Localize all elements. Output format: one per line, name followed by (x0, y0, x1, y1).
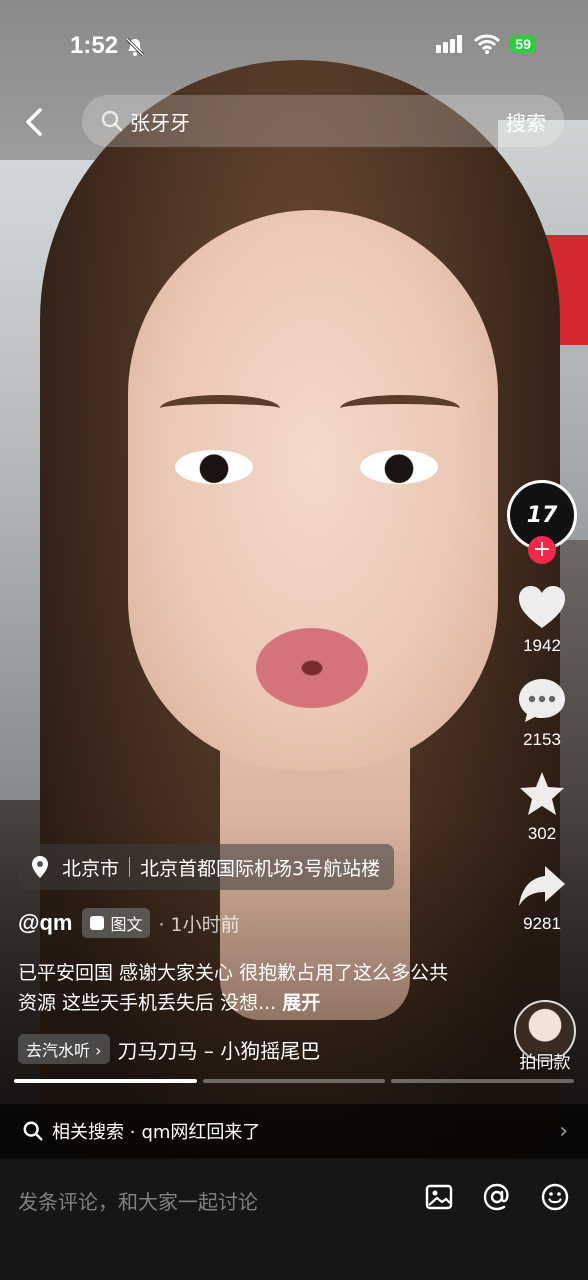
location-tag[interactable]: 北京市 北京首都国际机场3号航站楼 (18, 844, 395, 890)
mute-bell-icon (125, 37, 145, 57)
location-city: 北京市 (62, 857, 120, 880)
search-query[interactable]: 张牙牙 (130, 107, 506, 136)
progress-fill (14, 1079, 197, 1083)
favorite-button[interactable]: 302 (517, 770, 567, 844)
related-search-label: 相关搜索 · (52, 1122, 136, 1143)
plus-icon: + (532, 537, 552, 562)
share-button[interactable]: 9281 (517, 864, 567, 934)
progress-segment (14, 1079, 197, 1083)
battery-indicator: 59 (510, 35, 536, 53)
expand-button[interactable]: 展开 (282, 992, 320, 1014)
location-divider (129, 857, 131, 877)
lips (256, 628, 368, 708)
image-post-icon (90, 916, 105, 930)
post-type-badge: 图文 (82, 908, 151, 938)
image-picker-icon[interactable] (424, 1182, 454, 1212)
author-name[interactable]: @qm (18, 910, 72, 936)
open-in-music-app-chip[interactable]: 去汽水听 › (18, 1034, 110, 1064)
music-title: 刀马刀马 – 小狗摇尾巴 (117, 1038, 321, 1063)
follow-button[interactable]: + (528, 536, 556, 564)
location-pin-icon (32, 856, 48, 878)
like-button[interactable]: 1942 (517, 584, 567, 656)
caption-text: 已平安回国 感谢大家关心 很抱歉占用了这么多公共资源 这些天手机丢失后 没想..… (18, 962, 449, 1014)
search-bar[interactable]: 张牙牙 搜索 (82, 95, 564, 147)
search-icon (101, 110, 123, 132)
author-row: @qm 图文 · 1小时前 (18, 908, 240, 938)
comment-bubble-icon (519, 679, 565, 722)
related-search-bar[interactable]: 相关搜索 · qm网红回来了 › (0, 1104, 588, 1158)
left-brow (160, 395, 280, 422)
image-progress-bar (14, 1079, 575, 1083)
related-search-term: qm网红回来了 (141, 1122, 261, 1143)
search-icon (23, 1121, 43, 1141)
action-rail: 17 + 1942 2153 302 9281 (504, 480, 580, 934)
signal-icon (436, 35, 463, 53)
comment-count: 2153 (523, 730, 561, 749)
post-caption[interactable]: 已平安回国 感谢大家关心 很抱歉占用了这么多公共资源 这些天手机丢失后 没想..… (18, 958, 458, 1018)
back-arrow-icon[interactable] (18, 102, 54, 142)
status-icons: 59 (436, 34, 536, 54)
comment-bar: 发条评论，和大家一起讨论 (0, 1160, 588, 1280)
location-place: 北京首都国际机场3号航站楼 (140, 857, 381, 880)
progress-segment (391, 1079, 575, 1083)
right-eye (360, 450, 438, 484)
comment-tools (424, 1182, 570, 1212)
shoot-same-button[interactable]: 拍同款 (512, 1000, 578, 1073)
left-eye (175, 450, 253, 484)
status-bar: 1:52 59 (0, 0, 588, 90)
shoot-same-label: 拍同款 (519, 1053, 571, 1073)
share-count: 9281 (523, 914, 561, 933)
emoji-icon[interactable] (540, 1182, 570, 1212)
progress-segment (202, 1079, 386, 1083)
favorite-count: 302 (527, 824, 557, 843)
comment-input[interactable]: 发条评论，和大家一起讨论 (18, 1186, 258, 1215)
music-row[interactable]: 去汽水听 › 刀马刀马 – 小狗摇尾巴 (18, 1034, 320, 1064)
wifi-icon (474, 34, 501, 54)
mention-at-icon[interactable] (482, 1182, 512, 1212)
chevron-right-icon: › (559, 1118, 568, 1144)
status-time: 1:52 (70, 32, 119, 59)
post-type-label: 图文 (110, 915, 143, 934)
star-icon (520, 772, 564, 815)
post-time: · 1小时前 (158, 913, 240, 936)
right-brow (340, 395, 460, 422)
search-button[interactable]: 搜索 (506, 107, 546, 136)
like-count: 1942 (523, 636, 561, 655)
comment-button[interactable]: 2153 (517, 676, 567, 750)
heart-icon (519, 586, 565, 628)
share-arrow-icon (519, 866, 565, 906)
